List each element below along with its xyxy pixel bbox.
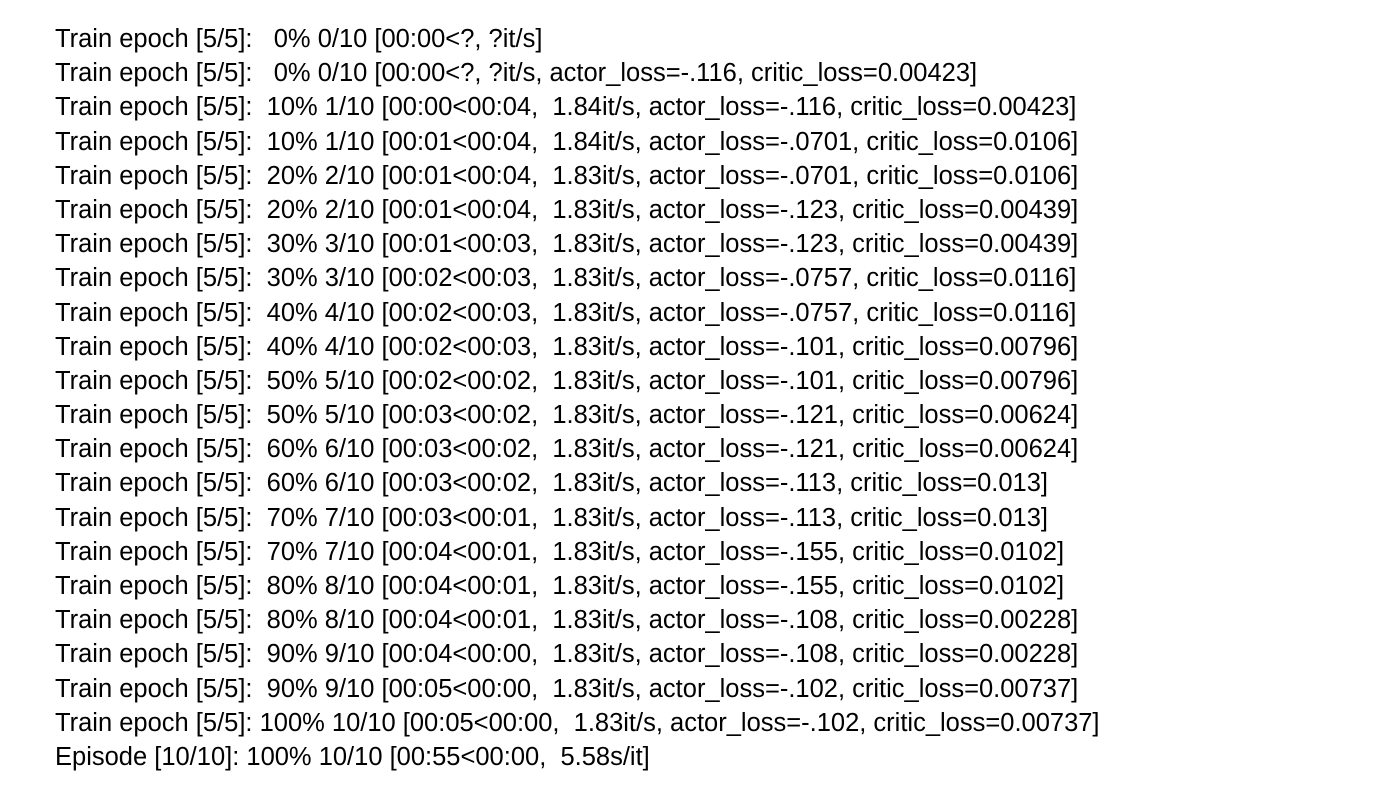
log-line: Train epoch [5/5]: 0% 0/10 [00:00<?, ?it…	[55, 59, 978, 88]
log-line: Train epoch [5/5]: 80% 8/10 [00:04<00:01…	[55, 606, 1079, 635]
log-line: Train epoch [5/5]: 60% 6/10 [00:03<00:02…	[55, 435, 1079, 464]
log-line: Train epoch [5/5]: 40% 4/10 [00:02<00:03…	[55, 332, 1079, 361]
log-line: Train epoch [5/5]: 100% 10/10 [00:05<00:…	[55, 708, 1100, 737]
log-line: Train epoch [5/5]: 20% 2/10 [00:01<00:04…	[55, 195, 1079, 224]
episode-summary-line: Episode [10/10]: 100% 10/10 [00:55<00:00…	[55, 742, 650, 771]
log-line: Train epoch [5/5]: 50% 5/10 [00:02<00:02…	[55, 366, 1079, 395]
log-line: Train epoch [5/5]: 40% 4/10 [00:02<00:03…	[55, 298, 1077, 327]
log-line: Train epoch [5/5]: 10% 1/10 [00:00<00:04…	[55, 93, 1077, 122]
log-line: Train epoch [5/5]: 30% 3/10 [00:02<00:03…	[55, 264, 1077, 293]
training-log-output: Train epoch [5/5]: 0% 0/10 [00:00<?, ?it…	[55, 22, 1385, 774]
log-line: Train epoch [5/5]: 90% 9/10 [00:04<00:00…	[55, 640, 1079, 669]
log-line: Train epoch [5/5]: 60% 6/10 [00:03<00:02…	[55, 469, 1048, 498]
log-line: Train epoch [5/5]: 70% 7/10 [00:03<00:01…	[55, 503, 1048, 532]
log-line: Train epoch [5/5]: 70% 7/10 [00:04<00:01…	[55, 537, 1065, 566]
log-line: Train epoch [5/5]: 10% 1/10 [00:01<00:04…	[55, 127, 1079, 156]
log-line: Train epoch [5/5]: 20% 2/10 [00:01<00:04…	[55, 161, 1079, 190]
log-line: Train epoch [5/5]: 0% 0/10 [00:00<?, ?it…	[55, 25, 543, 53]
log-line: Train epoch [5/5]: 30% 3/10 [00:01<00:03…	[55, 230, 1079, 259]
log-line: Train epoch [5/5]: 90% 9/10 [00:05<00:00…	[55, 674, 1079, 703]
log-line: Train epoch [5/5]: 50% 5/10 [00:03<00:02…	[55, 401, 1079, 430]
log-line: Train epoch [5/5]: 80% 8/10 [00:04<00:01…	[55, 572, 1065, 600]
